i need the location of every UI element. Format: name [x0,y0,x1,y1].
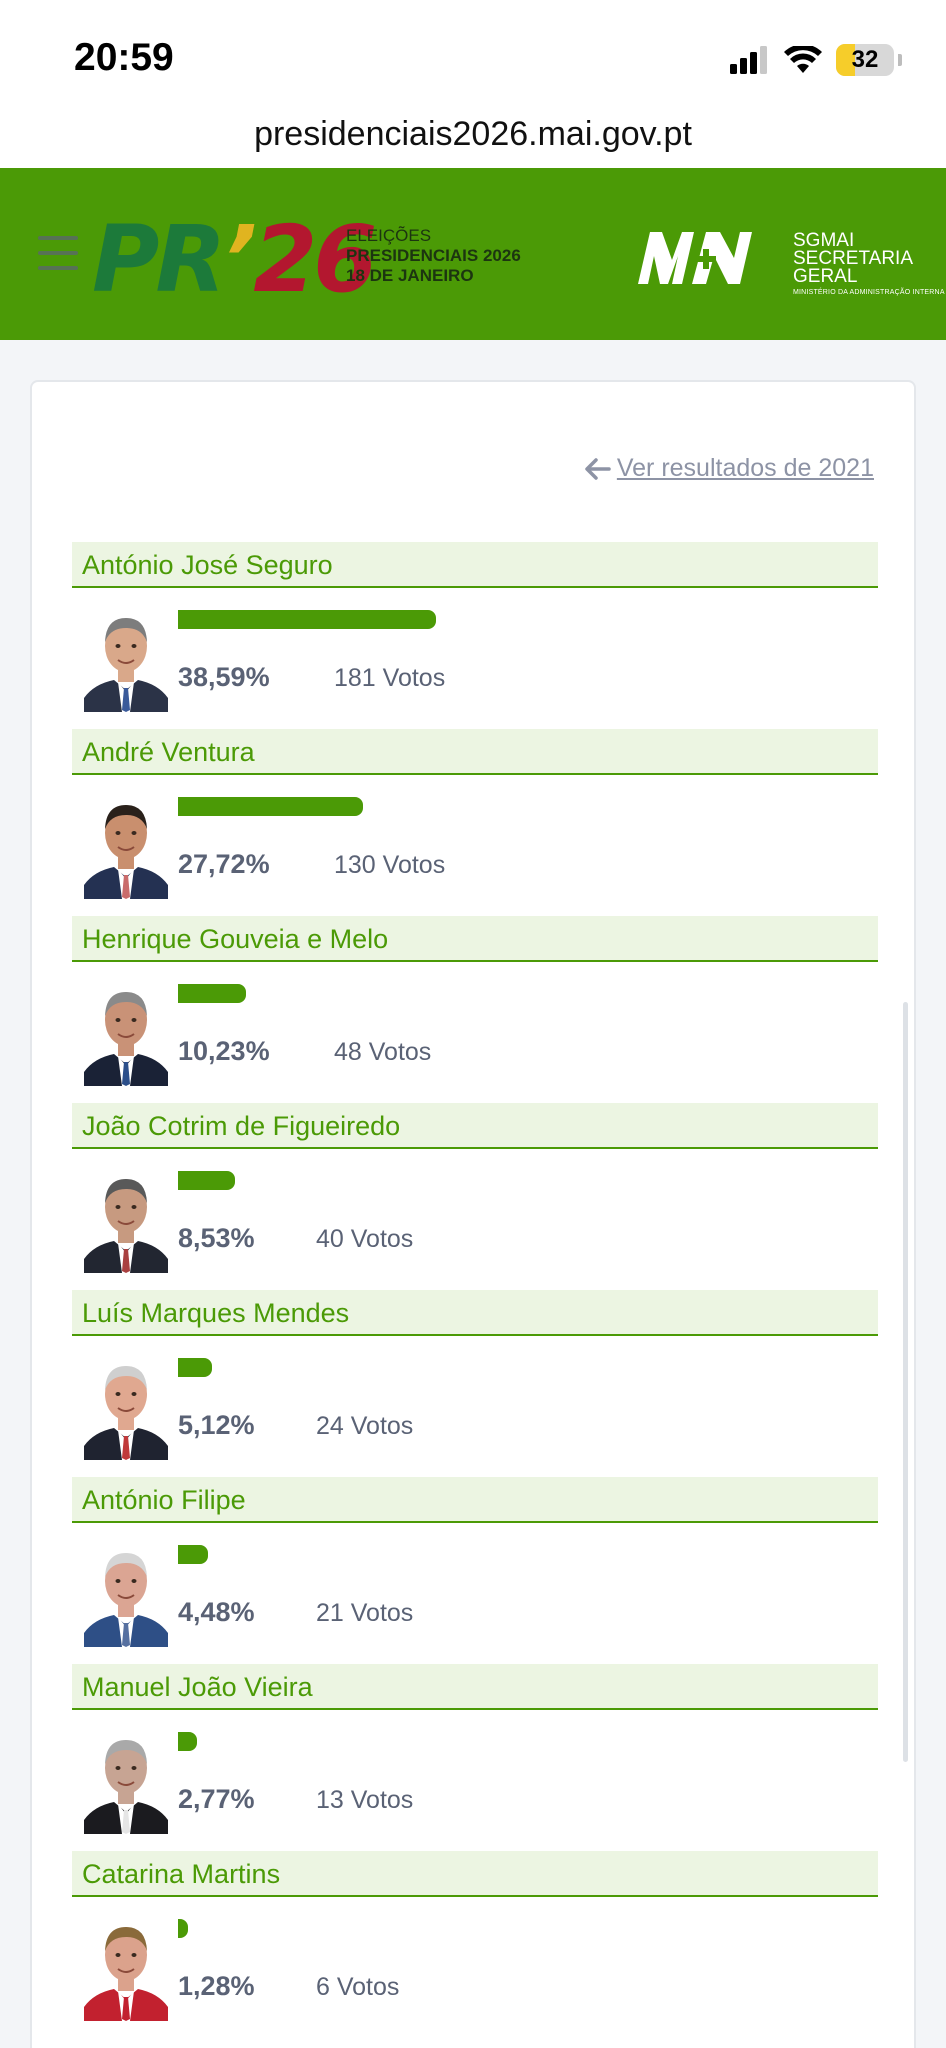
candidate-row: António Filipe 4,48% 21 Votos [72,1477,878,1664]
election-caption-line2: PRESIDENCIAIS 2026 [346,246,521,265]
candidate-photo [84,1728,168,1834]
results-card: Ver resultados de 2021 António José Segu… [30,380,916,2048]
vote-percentage: 38,59% [178,662,270,692]
candidate-photo [84,1167,168,1273]
wifi-icon [784,46,822,73]
candidate-result: 2,77% 13 Votos [72,1710,878,1851]
vote-share-bar [178,1732,197,1751]
vote-count: 181 Votos [334,664,446,692]
vote-share-bar [178,1171,235,1190]
sgmai-line4: MINISTÉRIO DA ADMINISTRAÇÃO INTERNA [793,289,945,296]
candidate-photo [84,1541,168,1647]
vote-share-bar [178,1358,212,1377]
battery-icon: 32 [836,44,894,76]
candidate-row: Catarina Martins 1,28% 6 Votos [72,1851,878,2038]
candidate-row: António José Seguro 38,59% 181 Votos [72,542,878,729]
vote-share-bar [178,1545,208,1564]
vote-count: 6 Votos [316,1973,400,2001]
candidate-name: João Cotrim de Figueiredo [72,1103,878,1149]
candidate-photo [84,1354,168,1460]
vote-percentage: 5,12% [178,1410,255,1440]
battery-cap [898,54,902,66]
status-bar: 20:59 32 [0,0,946,110]
candidate-name: Luís Marques Mendes [72,1290,878,1336]
previous-results-link[interactable]: Ver resultados de 2021 [585,454,874,483]
vote-percentage: 10,23% [178,1036,270,1066]
status-time: 20:59 [74,36,174,79]
candidate-row: Henrique Gouveia e Melo 10,23% 48 Votos [72,916,878,1103]
vote-percentage: 27,72% [178,849,270,879]
election-caption: ELEIÇÕES PRESIDENCIAIS 2026 18 DE JANEIR… [346,226,521,286]
cellular-signal-icon [730,46,767,74]
vote-count: 130 Votos [334,851,446,879]
hamburger-menu-icon[interactable] [38,236,78,272]
pr26-logo[interactable]: PR’26 [92,206,377,313]
vote-count: 21 Votos [316,1599,414,1627]
vote-share-bar [178,797,363,816]
election-caption-line1: ELEIÇÕES [346,226,432,245]
candidate-photo [84,1915,168,2021]
candidate-result: 38,59% 181 Votos [72,588,878,729]
arrow-left-icon [585,457,611,480]
url-text[interactable]: presidenciais2026.mai.gov.pt [254,115,692,153]
previous-results-label[interactable]: Ver resultados de 2021 [617,454,874,483]
candidate-result: 4,48% 21 Votos [72,1523,878,1664]
logo-apostrophe: ’ [222,206,257,313]
candidate-photo [84,793,168,899]
candidate-name: André Ventura [72,729,878,775]
site-header: PR’26 ELEIÇÕES PRESIDENCIAIS 2026 18 DE … [0,168,946,340]
vote-share-bar [178,610,436,629]
candidate-name: Manuel João Vieira [72,1664,878,1710]
candidate-photo [84,606,168,712]
vote-count: 48 Votos [334,1038,432,1066]
candidate-row: Manuel João Vieira 2,77% 13 Votos [72,1664,878,1851]
vote-percentage: 4,48% [178,1597,255,1627]
vote-percentage: 1,28% [178,1971,255,2001]
vote-share-bar [178,1919,188,1938]
candidate-result: 1,28% 6 Votos [72,1897,878,2038]
vote-count: 40 Votos [316,1225,414,1253]
vote-count: 13 Votos [316,1786,414,1814]
battery-percentage: 32 [851,46,879,73]
candidate-result: 8,53% 40 Votos [72,1149,878,1290]
election-caption-line3: 18 DE JANEIRO [346,266,474,285]
candidate-name: Henrique Gouveia e Melo [72,916,878,962]
candidate-name: António José Seguro [72,542,878,588]
candidate-result: 5,12% 24 Votos [72,1336,878,1477]
candidate-name: António Filipe [72,1477,878,1523]
sgmai-line3: GERAL [793,266,858,287]
candidate-result: 27,72% 130 Votos [72,775,878,916]
address-bar[interactable]: presidenciais2026.mai.gov.pt [0,110,946,168]
vote-percentage: 8,53% [178,1223,255,1253]
vote-share-bar [178,984,246,1003]
candidate-row: André Ventura 27,72% 130 Votos [72,729,878,916]
candidate-name: Catarina Martins [72,1851,878,1897]
logo-pr-text: PR [92,206,226,313]
mai-logo-icon[interactable] [636,228,756,288]
sgmai-label: SGMAI SECRETARIA GERAL MINISTÉRIO DA ADM… [793,231,945,298]
scrollbar[interactable] [903,1002,908,1762]
candidate-row: Luís Marques Mendes 5,12% 24 Votos [72,1290,878,1477]
status-icons: 32 [730,42,902,78]
candidate-list: António José Seguro 38,59% 181 Votos André … [72,542,878,2038]
candidate-result: 10,23% 48 Votos [72,962,878,1103]
candidate-row: João Cotrim de Figueiredo 8,53% 40 Votos [72,1103,878,1290]
vote-count: 24 Votos [316,1412,414,1440]
candidate-photo [84,980,168,1086]
vote-percentage: 2,77% [178,1784,255,1814]
